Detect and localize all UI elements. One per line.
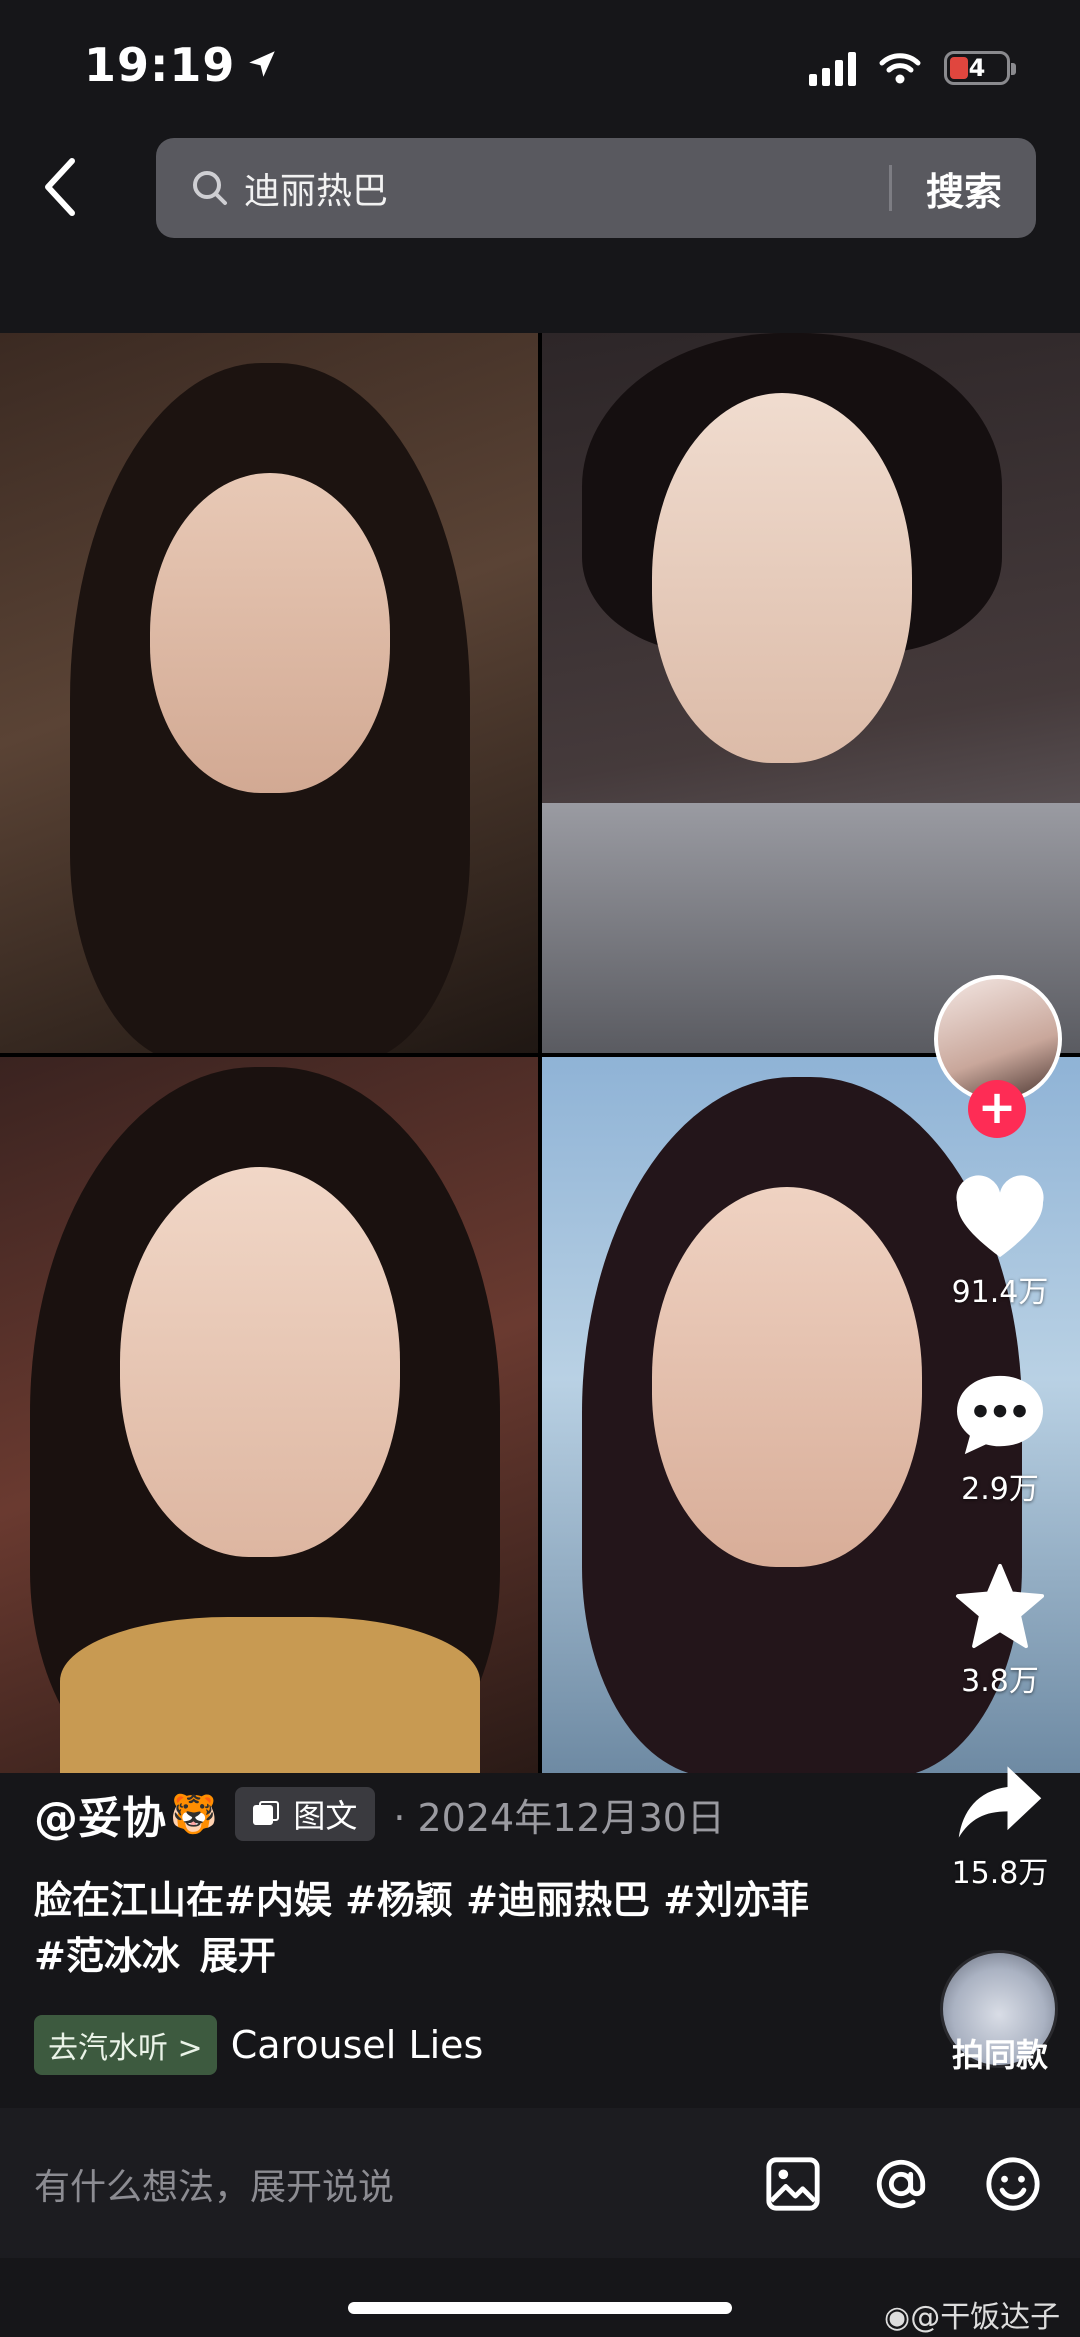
photo-top-left (0, 333, 538, 1053)
post-type-tag: 图文 (235, 1787, 376, 1841)
music-app-chip[interactable]: 去汽水听 > (34, 2015, 217, 2075)
search-button[interactable]: 搜索 (926, 161, 1002, 216)
comment-button[interactable]: 2.9万 (930, 1372, 1070, 1508)
star-icon (956, 1563, 1044, 1649)
post-image[interactable] (0, 333, 1080, 1773)
like-count: 91.4万 (951, 1275, 1049, 1310)
status-time: 19:19 (84, 38, 279, 92)
image-icon (766, 2157, 820, 2211)
photo-bottom-left (0, 1057, 538, 1773)
author-name[interactable]: @妥协 (34, 1782, 166, 1846)
share-button[interactable]: 15.8万 (930, 1762, 1070, 1892)
battery-level: 4 (968, 54, 986, 82)
heart-icon (956, 1175, 1044, 1258)
weibo-logo-icon: ◉ (884, 2300, 911, 2335)
photo-top-right (542, 333, 1080, 1053)
wifi-icon (879, 53, 921, 84)
status-icons: 4 (809, 50, 1016, 86)
image-picker-button[interactable] (764, 2155, 822, 2213)
at-sign-icon (876, 2159, 926, 2209)
comment-input[interactable]: 有什么想法，展开说说 (34, 2158, 394, 2210)
image-stack-icon (253, 1801, 280, 1827)
author-emoji: 🐯 (170, 1791, 218, 1836)
search-input[interactable]: 迪丽热巴 (244, 162, 889, 214)
post-date: · 2024年12月30日 (393, 1795, 725, 1840)
smiley-icon (986, 2157, 1040, 2211)
comment-bubble-icon (957, 1375, 1043, 1455)
battery-icon: 4 (944, 51, 1016, 85)
caption-text: 脸在江山在#内娱 #杨颖 #迪丽热巴 #刘亦菲 #范冰冰 (34, 1878, 810, 1978)
search-bar[interactable]: 迪丽热巴 搜索 (156, 138, 1036, 238)
watermark: ◉@干饭达子 (884, 2300, 1061, 2335)
share-arrow-icon (958, 1766, 1042, 1838)
share-count: 15.8万 (951, 1856, 1049, 1891)
favorite-count: 3.8万 (961, 1664, 1039, 1699)
comment-count: 2.9万 (961, 1472, 1039, 1507)
location-arrow-icon (245, 38, 279, 92)
author-row: @妥协 🐯 图文 · 2024年12月30日 (34, 1782, 725, 1846)
music-row[interactable]: 去汽水听 > Carousel Lies (34, 2015, 483, 2075)
same-style-button[interactable]: 拍同款 (930, 2030, 1070, 2076)
chevron-left-icon (45, 158, 75, 216)
emoji-button[interactable] (984, 2155, 1042, 2213)
search-icon (193, 171, 227, 205)
favorite-button[interactable]: 3.8万 (930, 1562, 1070, 1700)
back-button[interactable] (40, 155, 90, 225)
search-divider (888, 165, 892, 211)
follow-button[interactable]: + (968, 1080, 1026, 1138)
post-type-label: 图文 (293, 1797, 358, 1835)
post-caption[interactable]: 脸在江山在#内娱 #杨颖 #迪丽热巴 #刘亦菲 #范冰冰 展开 (34, 1872, 834, 1984)
cellular-signal-icon (809, 50, 856, 86)
expand-link[interactable]: 展开 (200, 1934, 276, 1978)
music-title[interactable]: Carousel Lies (231, 2023, 484, 2067)
home-indicator[interactable] (348, 2302, 732, 2314)
mention-button[interactable] (872, 2155, 930, 2213)
like-button[interactable]: 91.4万 (930, 1175, 1070, 1311)
